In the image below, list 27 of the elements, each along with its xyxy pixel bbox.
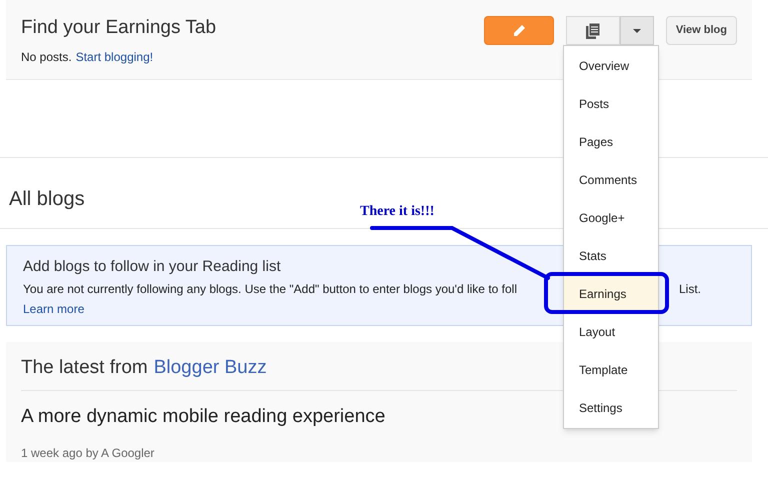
menu-item[interactable]: Template: [579, 361, 628, 379]
documents-icon: [586, 22, 600, 38]
menu-item[interactable]: Layout: [579, 323, 616, 341]
posts-button[interactable]: [566, 16, 620, 45]
blogger-buzz-link[interactable]: Blogger Buzz: [154, 356, 267, 380]
notice-text: You are not currently following any blogs. Use the "Add" button to enter blogs you'd like to foll: [23, 281, 517, 298]
menu-item[interactable]: Overview: [579, 57, 630, 75]
status-text: No posts.: [21, 49, 72, 66]
view-blog-button[interactable]: View blog: [666, 16, 737, 45]
notice-title: Add blogs to follow in your Reading list: [23, 258, 282, 276]
menu-item[interactable]: Settings: [579, 399, 622, 417]
blog-title: Find your Earnings Tab: [21, 16, 216, 40]
notice-text-end: List.: [678, 281, 701, 298]
caret-icon: [632, 28, 641, 32]
menu-item[interactable]: Posts: [579, 95, 610, 113]
section-heading: All blogs: [9, 188, 85, 210]
annotation-text: There it is!!!: [360, 203, 434, 221]
start-blogging-link[interactable]: Start blogging!: [76, 48, 154, 66]
post-meta: 1 week ago by A Googler: [21, 444, 154, 462]
new-post-button[interactable]: [484, 16, 554, 45]
menu-item[interactable]: Stats: [579, 247, 606, 265]
buzz-heading: The latest from: [21, 356, 148, 380]
learn-more-link[interactable]: Learn more: [23, 300, 84, 318]
post-title: A more dynamic mobile reading experience: [21, 405, 386, 429]
menu-item[interactable]: Comments: [579, 171, 638, 189]
menu-item[interactable]: Google+: [579, 209, 625, 227]
menu-item[interactable]: Pages: [579, 133, 614, 151]
